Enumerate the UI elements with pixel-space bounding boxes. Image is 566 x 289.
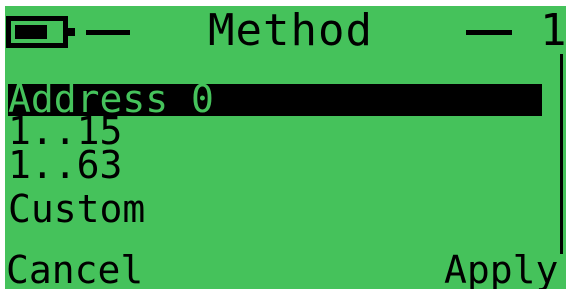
- battery-level-fill: [15, 25, 47, 39]
- header-divider-left: [86, 30, 130, 35]
- page-indicator: 1: [540, 5, 566, 56]
- apply-softkey[interactable]: Apply: [444, 251, 558, 289]
- battery-terminal: [68, 28, 75, 36]
- lcd-screen: Method 1 Address 0 1..15 1..63 Custom Ca…: [0, 0, 566, 289]
- menu-item-1-63[interactable]: 1..63: [8, 146, 122, 184]
- menu-item-custom[interactable]: Custom: [8, 190, 145, 228]
- screen-title: Method: [208, 5, 373, 56]
- battery-icon: [6, 16, 75, 48]
- cancel-softkey[interactable]: Cancel: [6, 251, 143, 289]
- header-divider-right: [466, 30, 512, 35]
- scrollbar[interactable]: [560, 54, 566, 254]
- frame-left-edge: [0, 0, 5, 289]
